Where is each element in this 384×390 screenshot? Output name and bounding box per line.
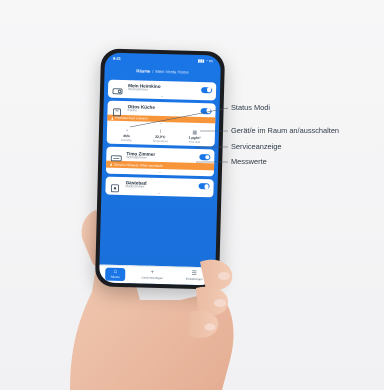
callout-lines bbox=[129, 107, 229, 163]
callout-toggle: Gerät/e im Raum an/ausschalten bbox=[231, 126, 340, 135]
callout-measure: Messwerte bbox=[231, 157, 267, 166]
callout-service: Serviceanzeige bbox=[231, 142, 282, 151]
callout-status: Status Modi bbox=[231, 103, 271, 112]
